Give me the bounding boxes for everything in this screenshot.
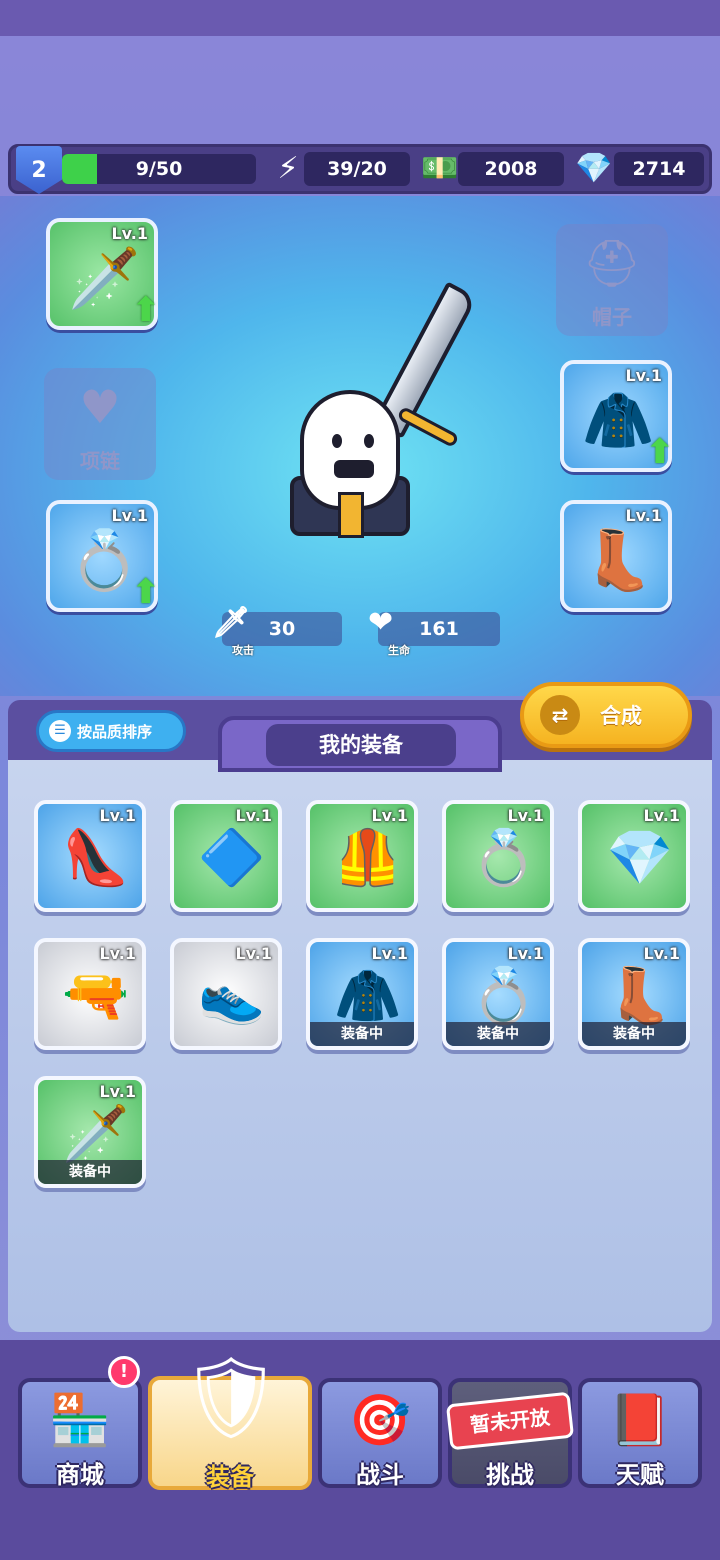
inventory-item[interactable]: 👢 Lv.1 装备中 (578, 938, 690, 1050)
upgrade-arrow-icon: ⬆ (131, 290, 161, 330)
item-level: Lv.1 (643, 944, 680, 963)
nav-talent[interactable]: 📕 天赋 (578, 1378, 702, 1489)
crystal-ring-icon: 💎 (606, 826, 674, 889)
boot-icon: 👢 (582, 526, 655, 594)
upgrade-arrow-icon: ⬆ (645, 432, 675, 472)
equipped-tag: 装备中 (582, 1022, 686, 1046)
upgrade-arrow-icon: ⬆ (131, 572, 161, 612)
inventory-item[interactable]: 🦺 Lv.1 (306, 800, 418, 912)
armor-nav-icon: 🛡 (180, 1351, 282, 1444)
attack-stat: 🗡 攻击 30 (212, 606, 342, 657)
ring-icon: 💍 (68, 526, 141, 594)
shop-icon: 🏪 (48, 1391, 112, 1449)
list-icon: ☰ (49, 720, 71, 742)
boot-icon: 👢 (606, 964, 674, 1027)
armor-icon: 🧥 (582, 386, 655, 454)
nav-shop[interactable]: 🏪 商城 (18, 1378, 142, 1489)
revolver-icon: 🔫 (62, 964, 130, 1027)
inventory-item[interactable]: 🧥 Lv.1 装备中 (306, 938, 418, 1050)
inventory-title: 我的装备 (266, 724, 456, 766)
item-level: Lv.1 (507, 944, 544, 963)
nav-battle-label: 战斗 (356, 1461, 404, 1489)
item-level: Lv.1 (99, 944, 136, 963)
sort-label: 按品质排序 (77, 722, 153, 741)
notification-badge: ! (108, 1356, 140, 1388)
cash-counter[interactable]: 2008 (458, 152, 564, 186)
nav-equipment-label: 装备 (206, 1463, 254, 1491)
target-crossed-swords-icon: 🎯 (348, 1391, 412, 1449)
slot-ring[interactable]: Lv.1 💍 ⬆ (46, 500, 161, 612)
merge-icon: ⇄ (540, 695, 580, 735)
item-level: Lv.1 (507, 806, 544, 825)
item-level: Lv.1 (643, 806, 680, 825)
hero-eye (364, 434, 374, 448)
merge-label: 合成 (600, 704, 642, 728)
item-level: Lv.1 (371, 806, 408, 825)
sort-by-quality-button[interactable]: ☰ 按品质排序 (36, 710, 186, 752)
slot-armor-level: Lv.1 (625, 366, 662, 385)
nav-battle[interactable]: 🎯 战斗 (318, 1378, 442, 1489)
amulet-icon: 🔷 (198, 826, 266, 889)
equipped-tag: 装备中 (38, 1160, 142, 1184)
hero-eye (332, 434, 342, 448)
slot-boots-level: Lv.1 (625, 506, 662, 525)
slot-boots[interactable]: Lv.1 👢 (560, 500, 672, 612)
slot-necklace[interactable]: ♥ 项链 (44, 368, 156, 480)
inventory-item[interactable]: 👟 Lv.1 (170, 938, 282, 1050)
sneaker-icon: 👟 (198, 964, 266, 1027)
hp-value: 161 (419, 618, 459, 640)
armor-icon: 🧥 (334, 964, 402, 1027)
slot-ring-level: Lv.1 (111, 506, 148, 525)
slot-necklace-label: 项链 (80, 449, 120, 473)
heels-icon: 👠 (62, 826, 130, 889)
slot-weapon[interactable]: Lv.1 🗡️ ⬆ (46, 218, 161, 330)
gem-counter[interactable]: 2714 (614, 152, 704, 186)
nav-shop-label: 商城 (56, 1461, 104, 1489)
nav-talent-label: 天赋 (616, 1461, 664, 1489)
slot-hat-label: 帽子 (592, 305, 632, 329)
item-level: Lv.1 (235, 944, 272, 963)
item-level: Lv.1 (99, 806, 136, 825)
slot-weapon-level: Lv.1 (111, 224, 148, 243)
slot-armor[interactable]: Lv.1 🧥 ⬆ (560, 360, 675, 472)
lightning-bolt-icon[interactable]: ⚡ (268, 146, 308, 190)
energy-counter[interactable]: 39/20 (304, 152, 410, 186)
slot-hat[interactable]: ⛑ 帽子 (556, 224, 668, 336)
xp-text: 9/50 (135, 158, 183, 180)
inventory-item[interactable]: 🔫 Lv.1 (34, 938, 146, 1050)
item-level: Lv.1 (235, 806, 272, 825)
dagger-icon: 🗡️ (68, 244, 141, 312)
necklace-icon: ♥ (79, 380, 121, 434)
helmet-icon: ⛑ (582, 236, 642, 290)
xp-bar: 9/50 (62, 154, 256, 184)
hp-stat: ❤ 生命 161 (368, 606, 500, 657)
spellbook-icon: 📕 (608, 1391, 672, 1449)
equipped-tag: 装备中 (310, 1022, 414, 1046)
merge-button[interactable]: ⇄ 合成 (520, 682, 692, 748)
hero-character (280, 270, 520, 570)
attack-value: 30 (268, 618, 296, 640)
item-level: Lv.1 (99, 1082, 136, 1101)
inventory-item[interactable]: 👠 Lv.1 (34, 800, 146, 912)
inventory-item[interactable]: 🗡️ Lv.1 装备中 (34, 1076, 146, 1188)
nav-challenge-label: 挑战 (486, 1461, 534, 1489)
gold-armor-icon: 🦺 (334, 826, 402, 889)
item-level: Lv.1 (371, 944, 408, 963)
hero-mouth (334, 460, 374, 478)
cash-stack-icon[interactable]: 💵 (420, 146, 460, 190)
equipped-tag: 装备中 (446, 1022, 550, 1046)
ring-icon: 💍 (470, 826, 538, 889)
inventory-item[interactable]: 💍 Lv.1 装备中 (442, 938, 554, 1050)
dagger-icon: 🗡️ (62, 1102, 130, 1165)
inventory-item[interactable]: 🔷 Lv.1 (170, 800, 282, 912)
inventory-item[interactable]: 💍 Lv.1 (442, 800, 554, 912)
ring-icon: 💍 (470, 964, 538, 1027)
diamond-icon[interactable]: 💎 (574, 146, 614, 190)
inventory-item[interactable]: 💎 Lv.1 (578, 800, 690, 912)
hero-belt (338, 492, 364, 538)
